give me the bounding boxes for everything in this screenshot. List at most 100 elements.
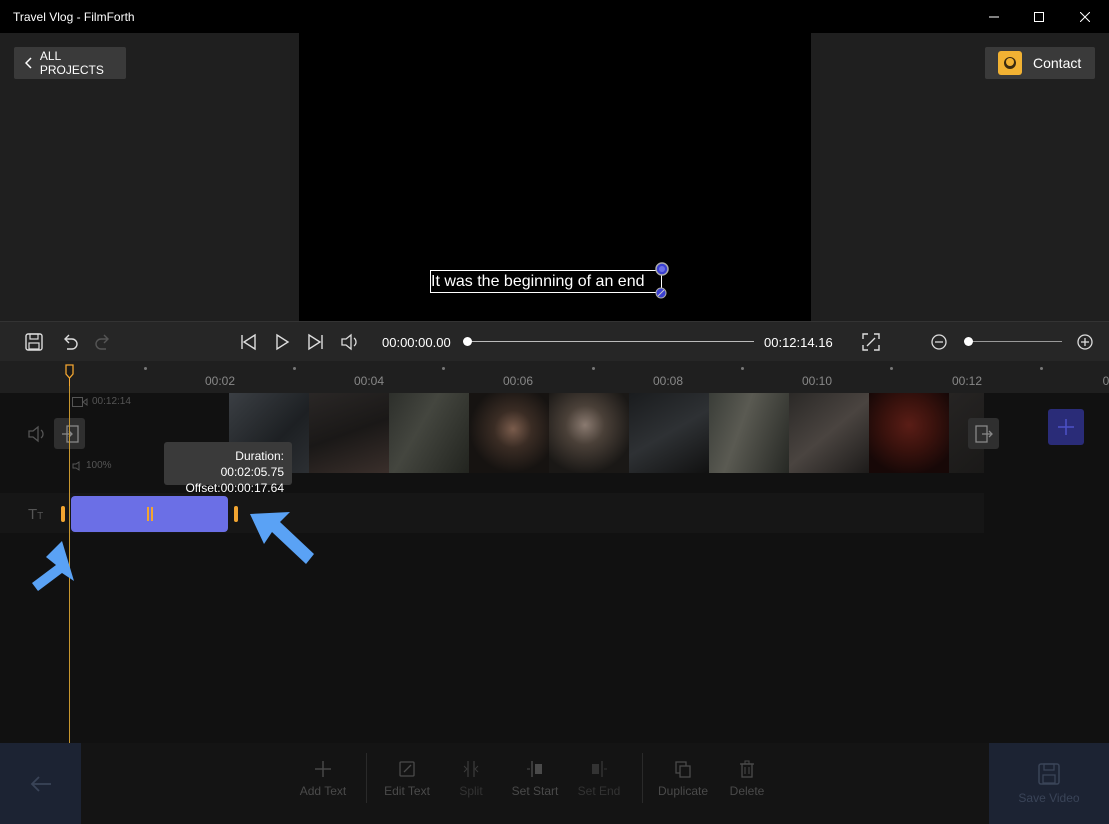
edit-text-label: Edit Text xyxy=(384,784,430,798)
video-thumbnail xyxy=(309,393,389,473)
edit-icon xyxy=(399,761,415,777)
video-thumbnail xyxy=(709,393,789,473)
ruler-label: 00:02 xyxy=(204,374,236,388)
play-button[interactable] xyxy=(270,322,294,362)
fullscreen-icon xyxy=(862,333,880,351)
play-icon xyxy=(276,333,290,351)
delete-button[interactable]: Delete xyxy=(712,760,782,798)
caption-transform-handles[interactable] xyxy=(653,261,671,303)
delete-label: Delete xyxy=(729,784,765,798)
video-duration-label: 00:12:14 xyxy=(92,396,131,407)
playhead-marker-icon[interactable] xyxy=(65,364,74,386)
redo-button[interactable] xyxy=(91,322,115,362)
video-thumbnail xyxy=(789,393,869,473)
zoom-in-icon xyxy=(1077,334,1093,350)
zoom-slider-thumb[interactable] xyxy=(964,337,973,346)
speaker-small-icon xyxy=(72,460,80,471)
total-time: 00:12:14.16 xyxy=(764,335,833,350)
duplicate-label: Duplicate xyxy=(657,784,709,798)
fullscreen-button[interactable] xyxy=(859,322,883,362)
title-bar: Travel Vlog - FilmForth xyxy=(0,0,1109,33)
split-button[interactable]: Split xyxy=(436,760,506,798)
video-thumbnail xyxy=(469,393,549,473)
redo-icon xyxy=(95,334,109,350)
annotation-arrow-icon xyxy=(250,512,314,564)
video-track-volume: 100% xyxy=(72,460,112,471)
video-thumbnail xyxy=(389,393,469,473)
seek-bar[interactable] xyxy=(464,341,754,342)
add-text-label: Add Text xyxy=(299,784,347,798)
add-text-button[interactable]: Add Text xyxy=(288,760,358,798)
duplicate-button[interactable]: Duplicate xyxy=(648,760,718,798)
undo-button[interactable] xyxy=(58,322,82,362)
save-icon xyxy=(25,333,43,351)
save-video-button[interactable]: Save Video xyxy=(989,743,1109,824)
ruler-label: 00:08 xyxy=(652,374,684,388)
video-thumbnail xyxy=(869,393,949,473)
skip-forward-button[interactable] xyxy=(304,322,328,362)
plus-icon xyxy=(315,761,331,777)
save-video-label: Save Video xyxy=(1018,791,1080,805)
all-projects-button[interactable]: ALL PROJECTS xyxy=(14,47,126,79)
zoom-out-icon xyxy=(931,334,947,350)
split-icon xyxy=(463,761,479,777)
save-icon xyxy=(1038,763,1060,785)
video-track[interactable] xyxy=(229,393,984,473)
minimize-button[interactable] xyxy=(971,0,1017,33)
close-icon xyxy=(1080,11,1090,22)
window-title: Travel Vlog - FilmForth xyxy=(13,10,135,24)
insert-end-button[interactable] xyxy=(968,418,999,449)
maximize-icon xyxy=(1034,11,1044,22)
tooltip-duration: Duration: 00:02:05.75 xyxy=(220,449,284,479)
timeline-ruler[interactable]: 00:02 00:04 00:06 00:08 00:10 00:12 0 xyxy=(0,361,1109,393)
clip-end-handle[interactable] xyxy=(234,506,238,522)
ruler-label: 00:12 xyxy=(951,374,983,388)
arrow-left-icon xyxy=(30,775,51,792)
duplicate-icon xyxy=(675,761,691,778)
current-time: 00:00:00.00 xyxy=(382,335,451,350)
maximize-button[interactable] xyxy=(1016,0,1062,33)
back-button[interactable] xyxy=(0,743,81,824)
text-clip[interactable] xyxy=(71,496,228,532)
clip-tooltip: Duration: 00:02:05.75 Offset:00:00:17.64 xyxy=(164,442,292,495)
tooltip-offset: Offset:00:00:17.64 xyxy=(185,481,284,495)
skip-back-button[interactable] xyxy=(236,322,260,362)
track-volume-icon[interactable] xyxy=(27,425,47,448)
clip-start-handle[interactable] xyxy=(61,506,65,522)
clip-grip-icon[interactable] xyxy=(147,507,149,521)
annotation-arrow-icon xyxy=(32,541,74,591)
skip-back-icon xyxy=(241,333,256,351)
set-start-label: Set Start xyxy=(511,784,559,798)
playback-controls: 00:00:00.00 00:12:14.16 xyxy=(0,321,1109,362)
contact-label: Contact xyxy=(1033,55,1082,71)
plus-icon xyxy=(1058,419,1074,435)
zoom-in-button[interactable] xyxy=(1073,322,1097,362)
zoom-out-button[interactable] xyxy=(927,322,951,362)
video-thumbnail xyxy=(549,393,629,473)
set-start-icon xyxy=(527,761,542,777)
ruler-label: 0 xyxy=(1102,374,1109,388)
undo-icon xyxy=(64,334,78,350)
exit-icon xyxy=(974,424,993,443)
video-clip-icon xyxy=(72,396,88,407)
contact-button[interactable]: Contact xyxy=(985,47,1095,79)
speaker-icon xyxy=(341,333,357,351)
seek-thumb[interactable] xyxy=(463,337,472,346)
all-projects-label: ALL PROJECTS xyxy=(39,49,104,77)
video-thumbnail xyxy=(629,393,709,473)
set-start-button[interactable]: Set Start xyxy=(500,760,570,798)
volume-button[interactable] xyxy=(338,322,362,362)
caption-text[interactable]: It was the beginning of an end xyxy=(431,273,645,291)
add-clip-button[interactable] xyxy=(1048,409,1084,445)
zoom-slider[interactable] xyxy=(968,341,1062,342)
text-track-icon: TT xyxy=(28,506,44,523)
edit-text-button[interactable]: Edit Text xyxy=(372,760,442,798)
skip-forward-icon xyxy=(308,333,323,351)
save-project-button[interactable] xyxy=(22,322,46,362)
minimize-icon xyxy=(989,16,999,17)
close-button[interactable] xyxy=(1062,0,1108,33)
split-label: Split xyxy=(459,784,483,798)
ruler-label: 00:10 xyxy=(801,374,833,388)
set-end-button[interactable]: Set End xyxy=(564,760,634,798)
support-icon xyxy=(998,51,1022,75)
